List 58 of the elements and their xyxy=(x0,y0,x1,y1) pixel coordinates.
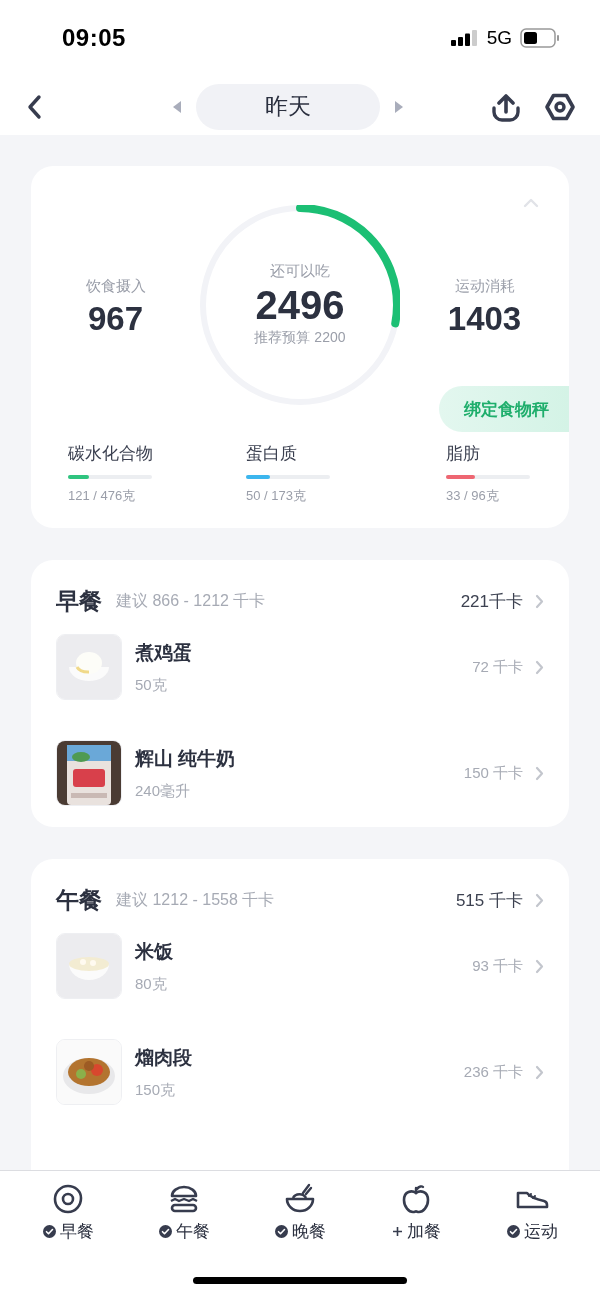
meal-total: 515 千卡 xyxy=(455,889,523,912)
burger-icon xyxy=(168,1183,200,1215)
stat-label: 还可以吃 xyxy=(270,261,330,281)
clock: 09:05 xyxy=(62,24,127,52)
meal-suggestion: 建议 866 - 1212 千卡 xyxy=(116,590,267,611)
meal-title: 午餐 xyxy=(56,885,102,915)
network-label: 5G xyxy=(486,27,512,49)
meal-suggestion: 建议 1212 - 1558 千卡 xyxy=(116,889,276,910)
previous-day-icon[interactable] xyxy=(172,99,182,114)
food-name: 米饭 xyxy=(135,939,174,964)
macro-name: 碳水化合物 xyxy=(68,443,153,465)
next-day-icon[interactable] xyxy=(394,99,404,114)
meal-title: 早餐 xyxy=(56,586,102,616)
stat-value: 1403 xyxy=(447,299,522,338)
food-calories: 72 千卡 xyxy=(472,657,523,677)
fried-egg-icon xyxy=(52,1183,84,1215)
food-item[interactable]: 熘肉段 150克 236 千卡 xyxy=(56,1039,544,1105)
food-amount: 80克 xyxy=(135,974,168,994)
macro-value: 33 / 96克 xyxy=(446,487,499,505)
meal-tab[interactable]: 午餐 xyxy=(139,1183,229,1243)
food-item[interactable]: 米饭 80克 93 千卡 xyxy=(56,933,544,999)
food-name: 辉山 纯牛奶 xyxy=(135,746,237,771)
stat-label: 饮食摄入 xyxy=(85,276,146,296)
chevron-right-icon xyxy=(535,659,544,675)
food-amount: 50克 xyxy=(135,675,168,695)
meal-tab[interactable]: 早餐 xyxy=(23,1183,113,1243)
chevron-right-icon xyxy=(535,1064,544,1080)
food-item[interactable]: 辉山 纯牛奶 240毫升 150 千卡 xyxy=(56,740,544,806)
food-amount: 150克 xyxy=(135,1080,177,1100)
food-item[interactable]: 煮鸡蛋 50克 72 千卡 xyxy=(56,634,544,700)
meal-tab[interactable]: 晚餐 xyxy=(255,1183,345,1243)
food-calories: 236 千卡 xyxy=(463,1062,523,1082)
collapse-icon[interactable] xyxy=(523,198,539,208)
battery-icon xyxy=(520,28,560,48)
date-selector[interactable]: 昨天 xyxy=(196,83,380,130)
chevron-right-icon xyxy=(535,958,544,974)
food-calories: 93 千卡 xyxy=(472,956,523,976)
macro-value: 121 / 476克 xyxy=(68,487,136,505)
meal-total: 221千卡 xyxy=(460,590,523,613)
food-name: 熘肉段 xyxy=(135,1045,193,1070)
apple-icon xyxy=(400,1183,432,1215)
food-name: 煮鸡蛋 xyxy=(135,640,193,665)
signal-icon xyxy=(450,30,479,46)
food-calories: 150 千卡 xyxy=(463,763,523,783)
stat-value: 967 xyxy=(87,299,144,338)
food-amount: 240毫升 xyxy=(135,781,192,801)
meal-tab[interactable]: 运动 xyxy=(487,1183,577,1243)
chevron-right-icon xyxy=(535,892,544,908)
chevron-right-icon xyxy=(535,593,544,609)
budget-label: 推荐预算 2200 xyxy=(254,328,346,347)
macro-name: 蛋白质 xyxy=(246,443,297,465)
bowl-icon xyxy=(284,1183,316,1215)
macro-name: 脂肪 xyxy=(446,443,480,465)
macro-value: 50 / 173克 xyxy=(246,487,306,505)
remaining-calories: 2496 xyxy=(255,282,345,327)
chevron-right-icon xyxy=(535,765,544,781)
meal-tab[interactable]: 加餐 xyxy=(371,1183,461,1243)
stat-label: 运动消耗 xyxy=(454,276,515,296)
